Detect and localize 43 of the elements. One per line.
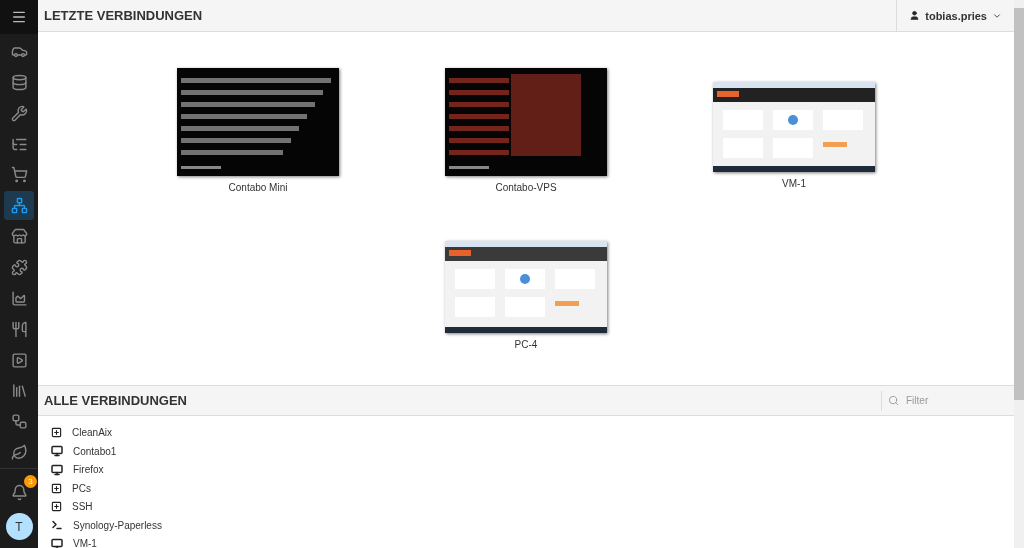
search-icon [888, 395, 899, 406]
expand-icon[interactable] [51, 501, 62, 513]
sidebar-item[interactable] [4, 191, 34, 221]
connection-name[interactable]: PCs [72, 482, 91, 494]
monitor-icon [51, 463, 63, 476]
connection-name[interactable]: Synology-Paperless [73, 519, 162, 531]
menu-button[interactable] [0, 0, 38, 34]
user-icon [909, 10, 921, 21]
bell-icon [10, 483, 28, 501]
connection-name[interactable]: VM-1 [73, 538, 97, 548]
books-icon [10, 382, 28, 400]
user-name: tobias.pries [925, 9, 987, 22]
connection-name[interactable]: SSH [72, 501, 93, 513]
database-icon [10, 73, 28, 91]
connection-name[interactable]: Firefox [73, 464, 104, 476]
menu-icon [11, 9, 27, 25]
wrench-icon [10, 104, 28, 122]
notification-badge: 3 [24, 475, 37, 488]
scrollbar[interactable] [1014, 8, 1024, 400]
connection-name[interactable]: Contabo-VPS [495, 182, 557, 193]
store-icon [10, 228, 28, 246]
monitor-icon [51, 537, 63, 548]
filter-field[interactable]: Filter [904, 394, 998, 407]
leaf-icon [10, 444, 28, 462]
section-title: ALLE VERBINDUNGEN [44, 393, 187, 408]
connection-name[interactable]: CleanAix [72, 427, 113, 439]
network-icon [10, 197, 28, 215]
connection-name[interactable]: Contabo1 [73, 445, 117, 457]
connection-name[interactable]: Contabo Mini [228, 182, 288, 193]
monitor-icon [51, 445, 63, 458]
play-icon [10, 351, 28, 369]
puzzle-icon [10, 258, 28, 276]
expand-icon[interactable] [51, 427, 62, 439]
cart-icon [10, 166, 28, 184]
cutlery-icon [10, 320, 28, 338]
section-title: LETZTE VERBINDUNGEN [44, 8, 203, 23]
user-avatar[interactable]: T [5, 513, 33, 540]
terminal-icon [51, 519, 63, 532]
hierarchy-icon [10, 413, 28, 431]
connection-name[interactable]: PC-4 [514, 339, 538, 350]
connection-name[interactable]: VM-1 [782, 178, 806, 189]
expand-icon[interactable] [51, 482, 62, 494]
chart-icon [10, 289, 28, 307]
